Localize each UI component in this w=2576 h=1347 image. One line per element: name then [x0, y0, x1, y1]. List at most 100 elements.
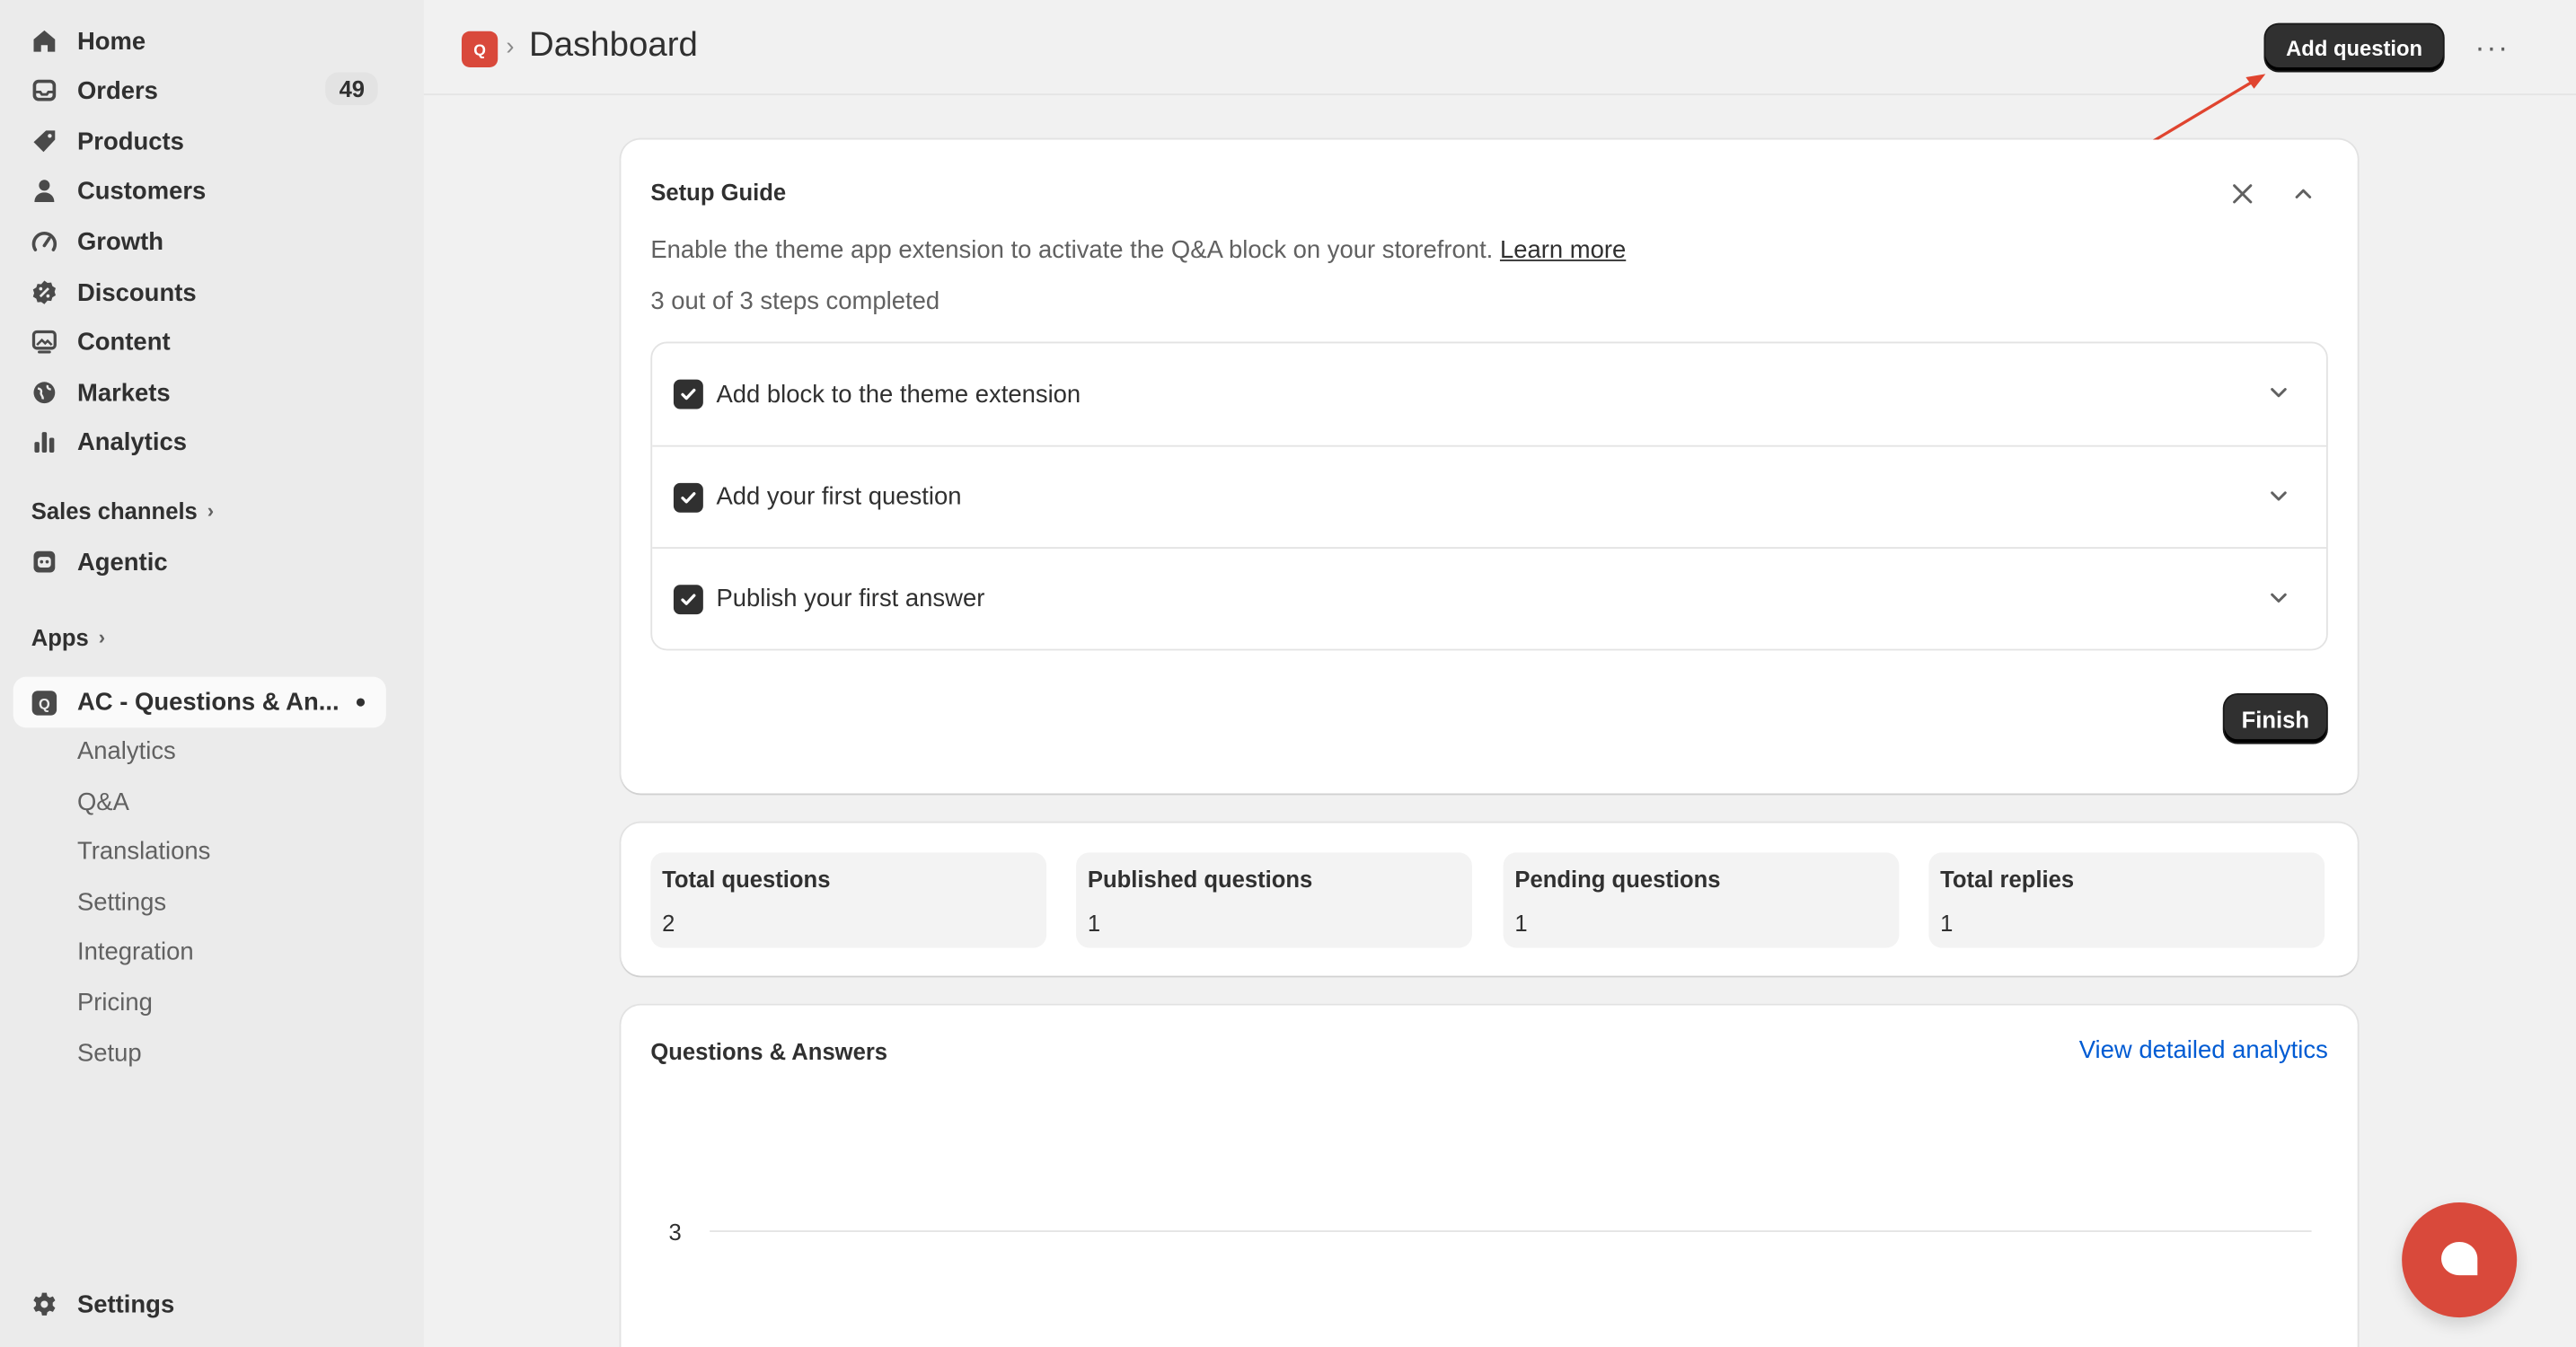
chat-bubble-icon: [2441, 1241, 2478, 1276]
setup-steps-list: Add block to the theme extension Add you…: [650, 341, 2328, 651]
nav-item-home[interactable]: Home: [13, 16, 386, 66]
robot-icon: [31, 549, 57, 575]
nav-item-settings[interactable]: Settings: [13, 1280, 386, 1329]
apps-label: Apps: [31, 624, 89, 651]
sub-item-translations[interactable]: Translations: [77, 838, 210, 866]
image-icon: [31, 329, 57, 355]
apps-heading[interactable]: Apps ›: [31, 624, 105, 650]
sub-item-pricing[interactable]: Pricing: [77, 989, 153, 1017]
chevron-right-icon: ›: [98, 625, 106, 649]
sub-item-analytics[interactable]: Analytics: [77, 737, 176, 765]
nav-item-analytics[interactable]: Analytics: [13, 418, 386, 467]
setup-guide-title: Setup Guide: [650, 179, 787, 206]
nav-item-orders[interactable]: Orders 49: [13, 66, 386, 115]
stat-label: Total questions: [662, 866, 831, 893]
nav-label-growth: Growth: [76, 227, 163, 256]
stat-label: Published questions: [1087, 866, 1313, 893]
y-axis-tick-label: 3: [668, 1219, 682, 1246]
setup-step-label: Add your first question: [716, 482, 962, 511]
bar-chart-icon: [31, 428, 57, 454]
add-question-button[interactable]: Add question: [2265, 24, 2443, 71]
gauge-icon: [31, 228, 57, 254]
page-title: Dashboard: [528, 26, 698, 65]
checkbox-checked-icon[interactable]: [673, 481, 703, 512]
setup-guide-card: Setup Guide Enable the theme app extensi…: [621, 139, 2358, 794]
chevron-down-icon[interactable]: [2267, 485, 2290, 508]
stat-pending-questions: Pending questions 1: [1503, 852, 1900, 948]
person-icon: [31, 178, 57, 204]
checkbox-checked-icon[interactable]: [673, 584, 703, 614]
nav-item-products[interactable]: Products: [13, 117, 386, 166]
close-icon[interactable]: [2229, 180, 2255, 207]
nav-label-discounts: Discounts: [76, 278, 197, 307]
orders-count-badge: 49: [325, 72, 378, 106]
stat-value: 2: [662, 910, 675, 937]
chevron-down-icon[interactable]: [2267, 381, 2290, 404]
qa-card-title: Questions & Answers: [650, 1038, 888, 1065]
nav-label-settings: Settings: [76, 1290, 175, 1319]
svg-text:Q: Q: [39, 695, 50, 711]
gear-icon: [31, 1291, 57, 1317]
stat-total-questions: Total questions 2: [650, 852, 1047, 948]
nav-label-markets: Markets: [76, 378, 171, 407]
sub-item-integration[interactable]: Integration: [77, 938, 194, 966]
inbox-icon: [31, 77, 57, 103]
qa-chart-card: Questions & Answers View detailed analyt…: [621, 1005, 2358, 1347]
app-active-dot: [356, 698, 366, 707]
stat-label: Total replies: [1940, 866, 2075, 893]
app-item-qa[interactable]: Q AC - Questions & An...: [13, 676, 386, 728]
stat-total-replies: Total replies 1: [1928, 852, 2325, 948]
setup-step-label: Add block to the theme extension: [716, 380, 1081, 409]
setup-progress-text: 3 out of 3 steps completed: [650, 287, 940, 316]
sub-item-qa[interactable]: Q&A: [77, 788, 129, 816]
learn-more-link[interactable]: Learn more: [1500, 236, 1626, 264]
chevron-down-icon[interactable]: [2267, 586, 2290, 610]
setup-guide-description: Enable the theme app extension to activa…: [650, 236, 1626, 264]
setup-step-first-answer[interactable]: Publish your first answer: [652, 547, 2327, 648]
chevron-up-icon[interactable]: [2290, 180, 2316, 207]
stat-value: 1: [1087, 910, 1101, 937]
setup-step-add-block[interactable]: Add block to the theme extension: [652, 343, 2326, 445]
app-name-label: AC - Questions & An...: [76, 688, 340, 717]
app-logo-icon[interactable]: Q: [461, 31, 498, 68]
stat-label: Pending questions: [1514, 866, 1721, 893]
nav-item-discounts[interactable]: Discounts: [13, 268, 386, 317]
svg-text:Q: Q: [473, 40, 486, 58]
nav-item-content[interactable]: Content: [13, 317, 386, 366]
nav-label-home: Home: [76, 27, 146, 56]
nav-item-growth[interactable]: Growth: [13, 216, 386, 266]
nav-label-products: Products: [76, 127, 184, 155]
chevron-right-icon: ›: [207, 499, 215, 523]
globe-icon: [31, 380, 57, 406]
chart-gridline: [710, 1230, 2312, 1232]
sales-channels-heading[interactable]: Sales channels ›: [31, 497, 214, 524]
checkbox-checked-icon[interactable]: [673, 379, 703, 409]
more-actions-button[interactable]: ···: [2469, 28, 2515, 67]
nav-label-agentic: Agentic: [76, 548, 168, 577]
stat-value: 1: [1514, 910, 1528, 937]
sidebar: Home Orders 49 Products Customers Growth…: [0, 0, 424, 1347]
setup-step-first-question[interactable]: Add your first question: [652, 445, 2327, 547]
chat-launcher-button[interactable]: [2402, 1202, 2518, 1318]
nav-label-orders: Orders: [76, 76, 158, 105]
stat-published-questions: Published questions 1: [1076, 852, 1472, 948]
sub-item-setup[interactable]: Setup: [77, 1040, 142, 1068]
stats-card: Total questions 2 Published questions 1 …: [621, 823, 2358, 976]
view-analytics-link[interactable]: View detailed analytics: [2079, 1036, 2328, 1064]
breadcrumb-chevron-icon: ›: [506, 32, 515, 61]
discount-icon: [31, 279, 57, 305]
nav-item-markets[interactable]: Markets: [13, 368, 386, 418]
tag-icon: [31, 128, 57, 154]
nav-label-customers: Customers: [76, 176, 207, 205]
nav-label-analytics: Analytics: [76, 427, 187, 456]
finish-button[interactable]: Finish: [2224, 694, 2327, 743]
stat-value: 1: [1940, 910, 1954, 937]
nav-item-agentic[interactable]: Agentic: [13, 537, 386, 586]
sub-item-settings[interactable]: Settings: [77, 889, 166, 917]
setup-step-label: Publish your first answer: [716, 585, 985, 613]
app-logo-icon: Q: [31, 689, 57, 715]
nav-label-content: Content: [76, 327, 171, 357]
sales-channels-label: Sales channels: [31, 497, 198, 524]
nav-item-customers[interactable]: Customers: [13, 166, 386, 216]
setup-guide-description-text: Enable the theme app extension to activa…: [650, 236, 1494, 265]
